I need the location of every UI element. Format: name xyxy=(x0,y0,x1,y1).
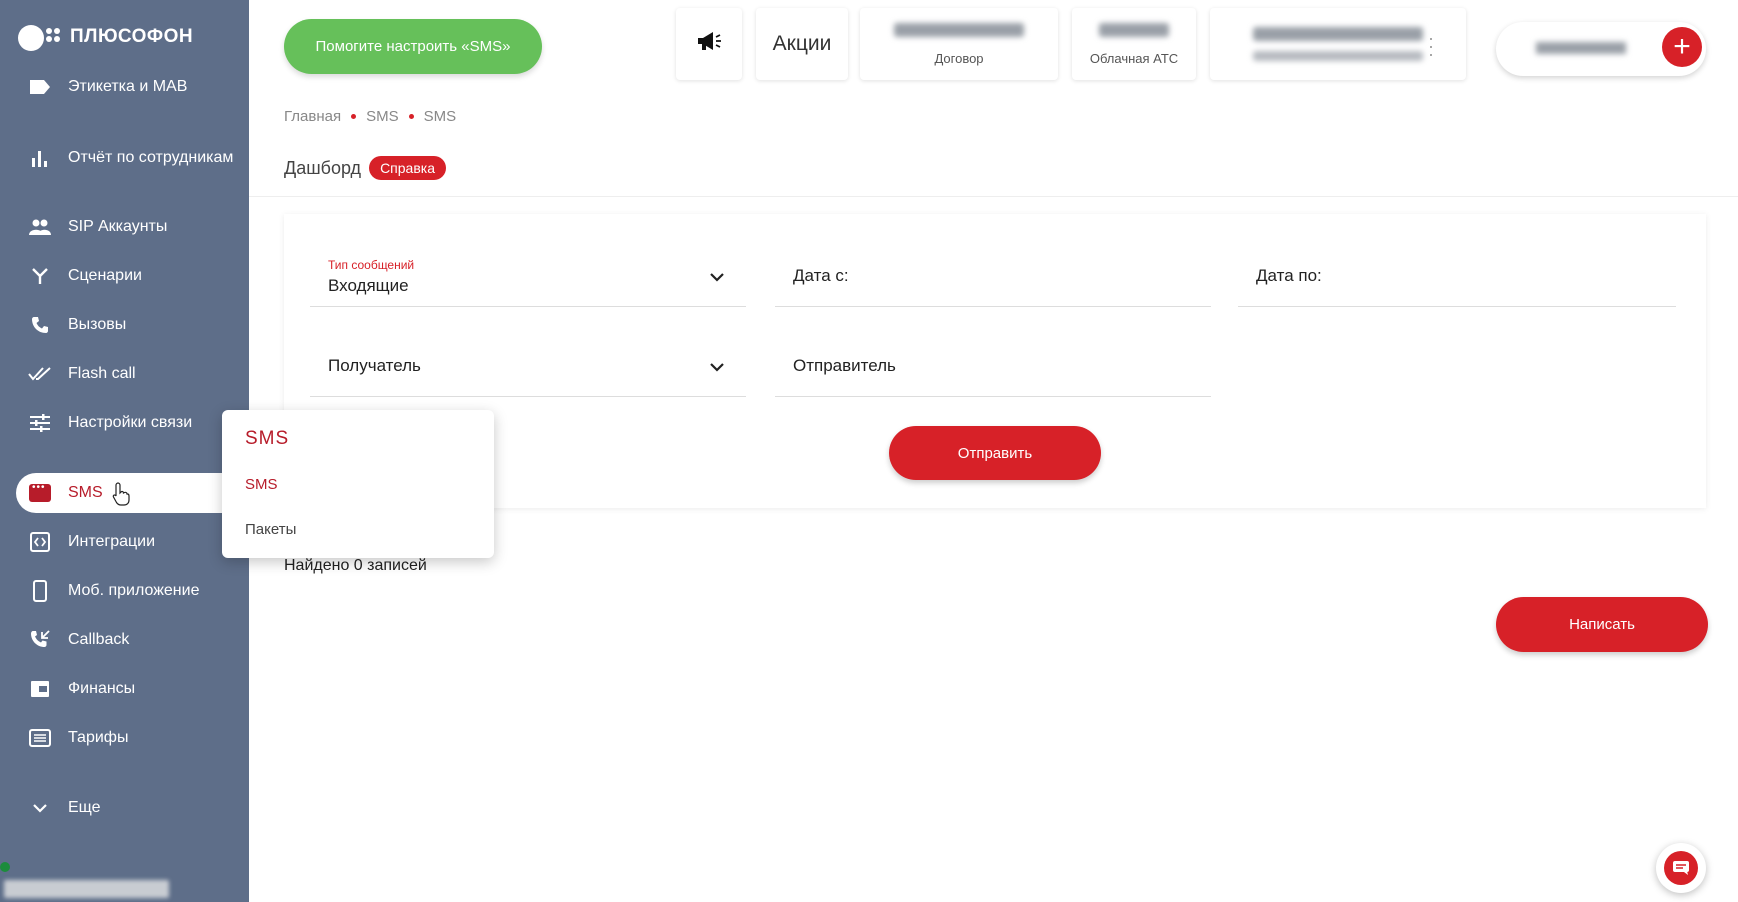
promotions-button[interactable]: Акции xyxy=(756,8,848,80)
sidebar-item-label: Отчёт по сотрудникам xyxy=(68,149,234,166)
page-header: Дашборд Справка xyxy=(284,156,446,180)
integration-icon xyxy=(28,530,52,554)
chat-button[interactable] xyxy=(1656,843,1706,893)
sidebar-item-label: Еще xyxy=(68,799,101,816)
date-to-label: Дата по: xyxy=(1256,266,1322,285)
more-vertical-icon[interactable]: · · · xyxy=(1428,29,1434,63)
contract-label: Договор xyxy=(934,50,984,66)
breadcrumb-home[interactable]: Главная xyxy=(284,108,341,125)
phone-number-blurred xyxy=(1253,27,1423,41)
sidebar-item-employee-report[interactable]: Отчёт по сотрудникам xyxy=(16,138,249,178)
mobile-icon xyxy=(28,579,52,603)
status-indicator xyxy=(0,862,10,872)
date-to-field[interactable]: Дата по: xyxy=(1238,246,1676,307)
sidebar-item-flash-call[interactable]: Flash call xyxy=(16,354,249,394)
message-type-value: Входящие xyxy=(328,276,409,295)
sidebar-item-label: SMS xyxy=(68,484,103,501)
bar-chart-icon xyxy=(28,146,52,170)
message-type-select[interactable]: Тип сообщений Входящие xyxy=(310,246,746,307)
phone-subtitle-blurred xyxy=(1253,51,1423,61)
user-name-blurred xyxy=(1536,42,1626,54)
list-icon xyxy=(28,726,52,750)
pbx-label: Облачная АТС xyxy=(1089,50,1179,66)
recipient-select[interactable]: Получатель xyxy=(310,336,746,397)
date-from-label: Дата с: xyxy=(793,266,849,285)
sidebar-item-sip[interactable]: SIP Аккаунты xyxy=(16,207,249,247)
promotions-label: Акции xyxy=(772,32,832,55)
date-from-field[interactable]: Дата с: xyxy=(775,246,1211,307)
pbx-name-blurred xyxy=(1099,22,1169,37)
sidebar-item-label: Интеграции xyxy=(68,533,156,550)
sidebar-item-connection-settings[interactable]: Настройки связи xyxy=(16,403,249,443)
brand-logo[interactable]: ПЛЮСОФОН xyxy=(16,22,193,52)
add-button[interactable]: + xyxy=(1662,27,1702,67)
breadcrumb-current: SMS xyxy=(423,108,457,125)
sender-label: Отправитель xyxy=(793,356,896,375)
contract-selector[interactable]: Договор xyxy=(860,8,1058,80)
submenu-item-packages[interactable]: Пакеты xyxy=(245,521,296,538)
submenu-item-sms[interactable]: SMS xyxy=(245,476,278,493)
chevron-down-icon xyxy=(710,266,724,287)
breadcrumb-separator xyxy=(408,114,414,119)
logo-icon xyxy=(16,22,62,52)
sender-field[interactable]: Отправитель xyxy=(775,336,1211,397)
sidebar-item-scenarios[interactable]: Сценарии xyxy=(16,256,249,296)
plus-icon: + xyxy=(1673,30,1691,63)
wallet-icon xyxy=(28,677,52,701)
fork-icon xyxy=(28,264,52,288)
sidebar-item-label: Тарифы xyxy=(68,729,129,746)
sidebar-item-label: Сценарии xyxy=(68,267,142,284)
sidebar: ПЛЮСОФОН Этикетка и MAB Отчёт по сотрудн… xyxy=(0,0,249,902)
callback-icon xyxy=(28,628,52,652)
sms-icon xyxy=(28,481,52,505)
sidebar-item-tariffs[interactable]: Тарифы xyxy=(16,718,249,758)
sliders-icon xyxy=(28,411,52,435)
announcements-button[interactable] xyxy=(676,8,742,80)
chat-icon xyxy=(1664,851,1698,885)
status-url-blurred xyxy=(4,880,169,898)
sidebar-item-label: Настройки связи xyxy=(68,414,193,431)
breadcrumb-sms-section[interactable]: SMS xyxy=(366,108,399,125)
breadcrumb-separator xyxy=(351,114,357,119)
contract-number-blurred xyxy=(894,22,1024,37)
recipient-label: Получатель xyxy=(328,356,421,375)
divider xyxy=(249,196,1738,197)
sidebar-item-callback[interactable]: Callback xyxy=(16,620,249,660)
sidebar-item-label: Этикетка и MAB xyxy=(68,78,188,95)
submenu-title: SMS xyxy=(245,428,290,449)
phone-icon xyxy=(28,313,52,337)
write-sms-button[interactable]: Написать xyxy=(1496,597,1708,652)
chevron-down-icon xyxy=(28,796,52,820)
hand-cursor-icon xyxy=(112,482,130,512)
sidebar-item-label: SIP Аккаунты xyxy=(68,218,168,235)
sidebar-item-sms[interactable]: SMS xyxy=(16,473,249,513)
sidebar-item-label: Моб. приложение xyxy=(68,582,200,599)
breadcrumb: Главная SMS SMS xyxy=(284,108,456,125)
results-count: Найдено 0 записей xyxy=(284,557,427,574)
double-check-icon xyxy=(28,362,52,386)
pbx-selector[interactable]: Облачная АТС xyxy=(1072,8,1196,80)
sidebar-item-label: Финансы xyxy=(68,680,136,697)
sidebar-item-integrations[interactable]: Интеграции xyxy=(16,522,249,562)
message-type-label: Тип сообщений xyxy=(328,258,415,272)
sidebar-item-calls[interactable]: Вызовы xyxy=(16,305,249,345)
sidebar-item-label: Callback xyxy=(68,631,130,648)
megaphone-icon xyxy=(696,31,722,57)
sidebar-item-label: Flash call xyxy=(68,365,136,382)
page-title: Дашборд xyxy=(284,157,362,178)
sidebar-item-label-mab[interactable]: Этикетка и MAB xyxy=(16,67,249,107)
tag-icon xyxy=(28,75,52,99)
help-badge[interactable]: Справка xyxy=(369,156,446,180)
sms-submenu: SMS SMS Пакеты xyxy=(222,410,494,558)
sidebar-item-label: Вызовы xyxy=(68,316,127,333)
help-setup-button[interactable]: Помогите настроить «SMS» xyxy=(284,19,542,74)
sidebar-item-more[interactable]: Еще xyxy=(16,788,249,828)
sidebar-item-mobile-app[interactable]: Моб. приложение xyxy=(16,571,249,611)
chevron-down-icon xyxy=(710,356,724,377)
sidebar-item-finance[interactable]: Финансы xyxy=(16,669,249,709)
brand-name: ПЛЮСОФОН xyxy=(70,26,194,47)
people-icon xyxy=(28,215,52,239)
submit-filter-button[interactable]: Отправить xyxy=(889,426,1101,480)
